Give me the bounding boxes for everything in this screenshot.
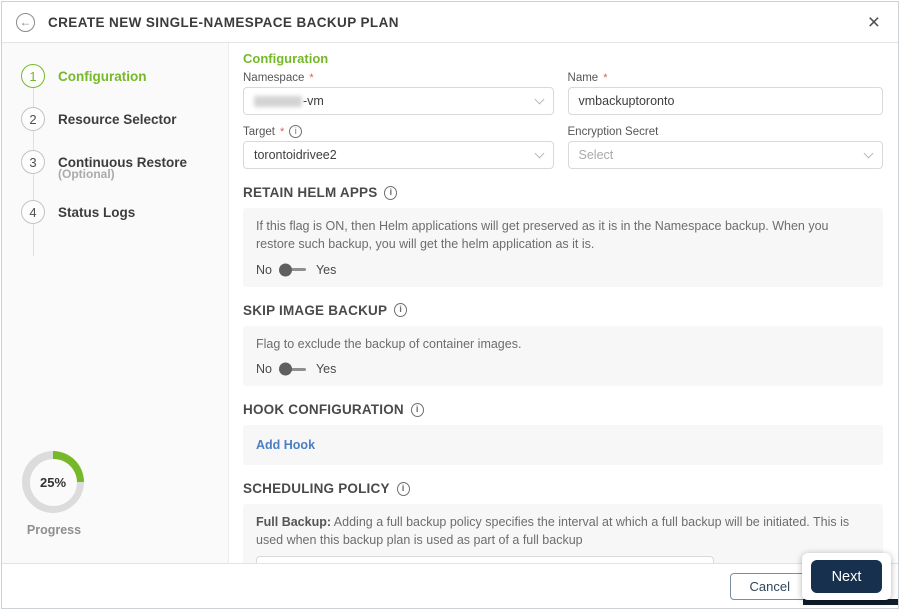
name-label: Name*	[568, 72, 883, 83]
step-label: Resource Selector	[58, 112, 177, 127]
target-value: torontoidrivee2	[254, 148, 337, 162]
target-field: Target* i torontoidrivee2	[243, 126, 554, 169]
required-asterisk: *	[603, 72, 607, 84]
skip-image-toggle[interactable]: No Yes	[256, 362, 870, 376]
encryption-secret-placeholder: Select	[579, 148, 614, 162]
hook-section-title: HOOK CONFIGURATION i	[243, 402, 883, 417]
namespace-value-suffix: -vm	[303, 94, 324, 108]
policy-select[interactable]: daily ×	[256, 556, 714, 563]
page-title: CREATE NEW SINGLE-NAMESPACE BACKUP PLAN	[48, 15, 399, 30]
skip-image-section-title: SKIP IMAGE BACKUP i	[243, 303, 883, 318]
add-hook-link[interactable]: Add Hook	[256, 438, 315, 452]
chevron-down-icon	[534, 149, 544, 159]
step-optional-label: (Optional)	[58, 167, 218, 181]
target-label: Target* i	[243, 126, 554, 137]
form-row-2: Target* i torontoidrivee2 Encryption Sec…	[243, 126, 883, 169]
step-configuration[interactable]: 1 Configuration	[21, 64, 218, 88]
encryption-secret-field: Encryption Secret Select	[568, 126, 883, 169]
name-input[interactable]: vmbackuptoronto	[568, 87, 883, 115]
required-asterisk: *	[309, 72, 313, 84]
step-number-badge: 2	[21, 107, 45, 131]
retain-helm-description: If this flag is ON, then Helm applicatio…	[256, 218, 870, 254]
progress-percent: 25%	[30, 459, 77, 506]
retain-helm-info-icon[interactable]: i	[384, 186, 397, 200]
backup-plan-dialog: ← CREATE NEW SINGLE-NAMESPACE BACKUP PLA…	[1, 1, 899, 609]
retain-helm-toggle[interactable]: No Yes	[256, 263, 870, 277]
wizard-sidebar: 1 Configuration 2 Resource Selector 3 Co…	[2, 43, 229, 563]
close-icon: ×	[868, 11, 880, 34]
scheduling-panel: Full Backup: Adding a full backup policy…	[243, 504, 883, 563]
step-status-logs[interactable]: 4 Status Logs	[21, 200, 218, 224]
config-section-title: Configuration	[243, 51, 883, 66]
target-info-icon[interactable]: i	[289, 125, 302, 138]
progress-indicator: 25% Progress	[22, 451, 86, 537]
scheduling-info-icon[interactable]: i	[397, 482, 410, 496]
dialog-footer: Cancel	[2, 563, 898, 608]
namespace-label: Namespace*	[243, 72, 554, 83]
back-button[interactable]: ←	[16, 13, 35, 32]
close-button[interactable]: ×	[868, 12, 880, 33]
chevron-down-icon	[864, 149, 874, 159]
step-number-badge: 4	[21, 200, 45, 224]
toggle-no-label: No	[256, 263, 272, 277]
dialog-header: ← CREATE NEW SINGLE-NAMESPACE BACKUP PLA…	[2, 2, 898, 43]
encryption-secret-select[interactable]: Select	[568, 141, 883, 169]
toggle-yes-label: Yes	[316, 362, 336, 376]
skip-image-description: Flag to exclude the backup of container …	[256, 336, 870, 354]
cancel-button[interactable]: Cancel	[730, 573, 810, 600]
step-label: Status Logs	[58, 205, 135, 220]
form-row-1: Namespace* -vm Name* vmbackuptoronto	[243, 72, 883, 115]
retain-helm-section-title: RETAIN HELM APPS i	[243, 185, 883, 200]
name-value: vmbackuptoronto	[579, 94, 675, 108]
toggle-knob	[279, 263, 292, 276]
toggle-no-label: No	[256, 362, 272, 376]
redacted-namespace-text	[254, 96, 302, 107]
toggle-track	[282, 368, 306, 371]
chevron-down-icon	[534, 95, 544, 105]
wizard-stepper: 1 Configuration 2 Resource Selector 3 Co…	[21, 64, 218, 243]
namespace-select[interactable]: -vm	[243, 87, 554, 115]
toggle-yes-label: Yes	[316, 263, 336, 277]
full-backup-description: Full Backup: Adding a full backup policy…	[256, 514, 870, 550]
skip-image-info-icon[interactable]: i	[394, 303, 407, 317]
full-backup-label: Full Backup:	[256, 515, 331, 529]
configuration-form: Configuration Namespace* -vm Name* vmbac…	[230, 43, 898, 563]
step-label: Configuration	[58, 69, 146, 84]
required-asterisk: *	[280, 126, 284, 138]
step-number-badge: 1	[21, 64, 45, 88]
next-button[interactable]: Next	[811, 560, 882, 593]
target-select[interactable]: torontoidrivee2	[243, 141, 554, 169]
scheduling-section-title: SCHEDULING POLICY i	[243, 481, 883, 496]
progress-label: Progress	[22, 523, 86, 537]
toggle-track	[282, 268, 306, 271]
back-arrow-icon: ←	[20, 16, 32, 28]
toggle-knob	[279, 363, 292, 376]
skip-image-panel: Flag to exclude the backup of container …	[243, 326, 883, 387]
retain-helm-panel: If this flag is ON, then Helm applicatio…	[243, 208, 883, 287]
encryption-secret-label: Encryption Secret	[568, 126, 883, 137]
step-number-badge: 3	[21, 150, 45, 174]
name-field: Name* vmbackuptoronto	[568, 72, 883, 115]
next-button-callout: Next	[802, 553, 891, 600]
step-resource-selector[interactable]: 2 Resource Selector	[21, 107, 218, 131]
namespace-field: Namespace* -vm	[243, 72, 554, 115]
hook-info-icon[interactable]: i	[411, 403, 424, 417]
progress-ring: 25%	[22, 451, 84, 513]
hook-panel: Add Hook	[243, 425, 883, 465]
